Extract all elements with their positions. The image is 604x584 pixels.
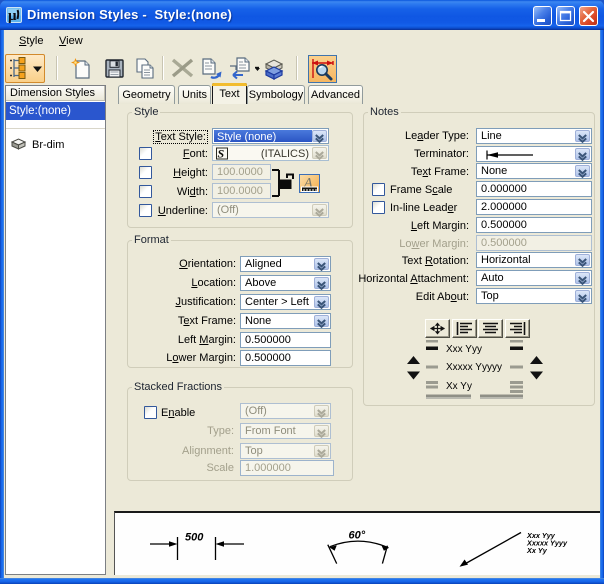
svg-text:S: S	[218, 147, 225, 160]
svg-text:μ: μ	[8, 8, 17, 23]
svg-text:Xx Yy: Xx Yy	[446, 381, 472, 392]
svg-text:500: 500	[185, 532, 204, 544]
svg-text:Xx Yy: Xx Yy	[526, 546, 548, 555]
svg-text:Xxx Yyy: Xxx Yyy	[446, 344, 482, 355]
svg-text:60°: 60°	[349, 530, 366, 542]
svg-text:Xxxxx Yyyyy: Xxxxx Yyyyy	[446, 362, 502, 373]
